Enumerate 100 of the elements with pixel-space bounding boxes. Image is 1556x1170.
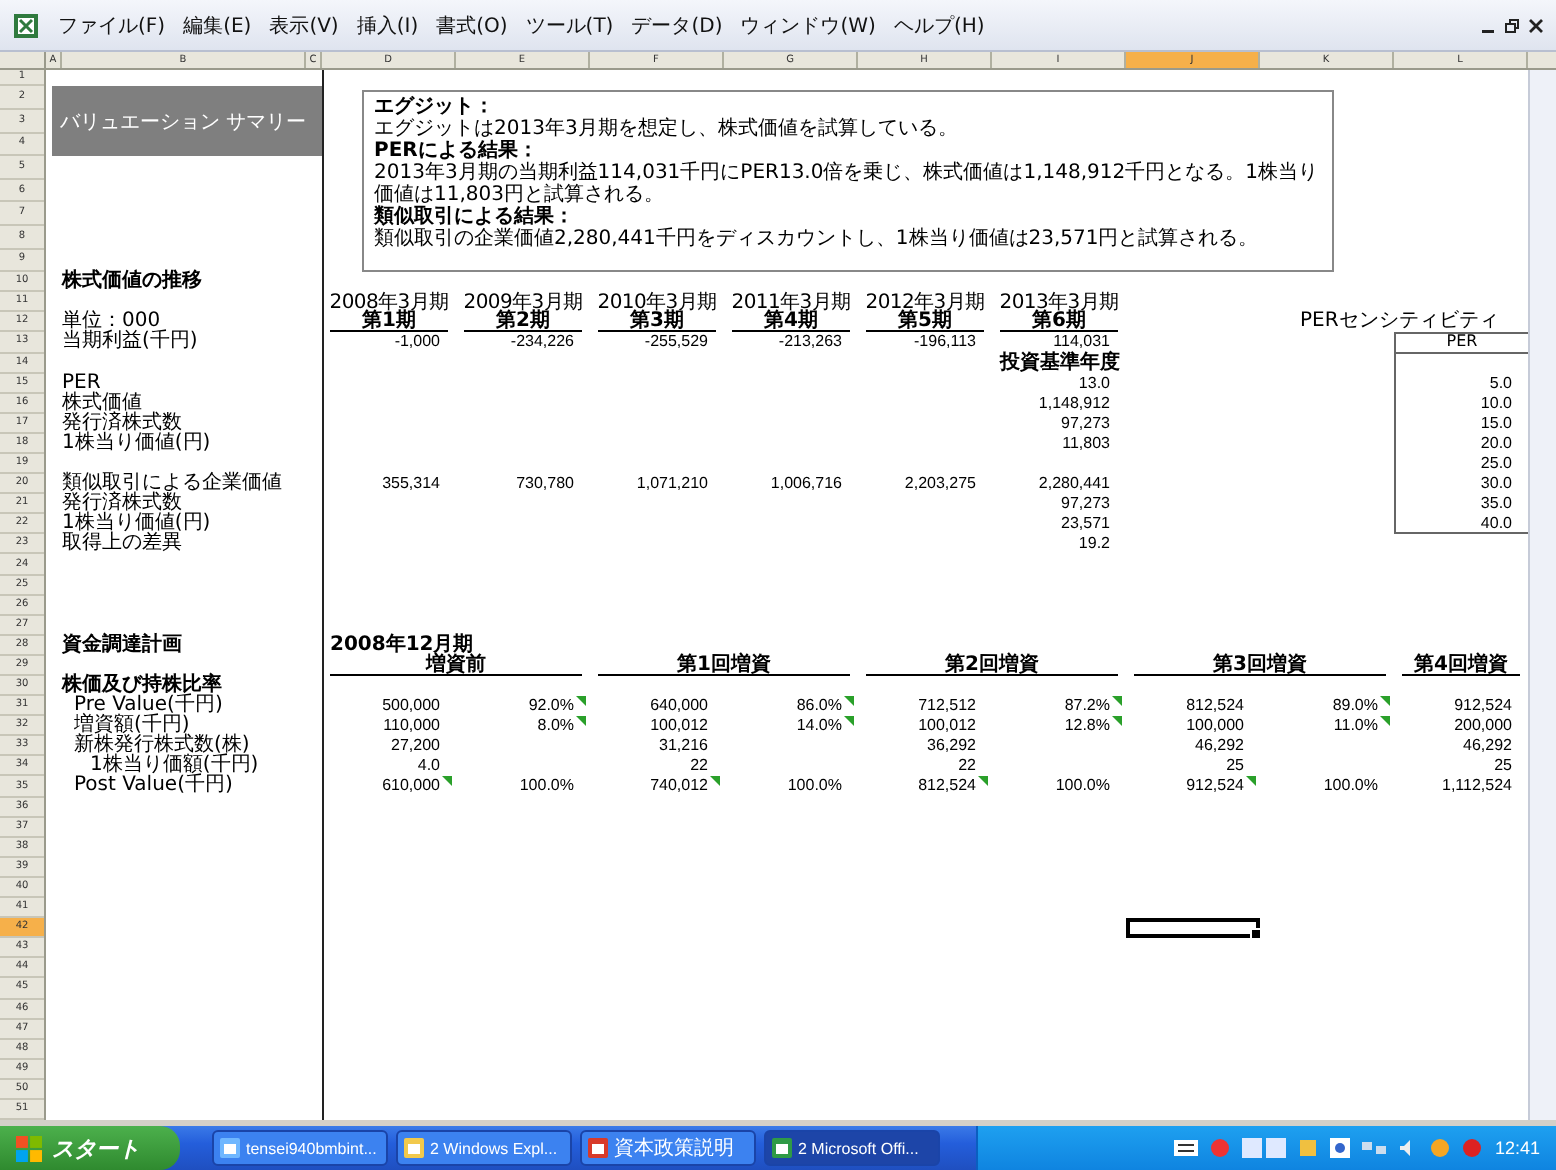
round-heading: 増資前	[330, 655, 582, 677]
windows-flag-icon	[16, 1135, 42, 1161]
help-icon[interactable]	[1330, 1138, 1351, 1158]
table-cell-text: 100.0%	[1053, 776, 1112, 798]
table-cell: 87.2%	[992, 696, 1126, 717]
table-cell-text: -1,000	[392, 332, 442, 354]
round-heading: 第4回増資	[1402, 655, 1520, 677]
table-cell-text: 30.0	[1478, 474, 1514, 495]
table-cell-text: 40.0	[1478, 514, 1514, 535]
spreadsheet-icon[interactable]	[12, 11, 40, 40]
active-cell[interactable]	[1126, 918, 1260, 939]
status-icon[interactable]	[1210, 1138, 1231, 1158]
note-heading: PERによる結果：	[374, 140, 538, 163]
table-cell-text: 36,292	[925, 736, 978, 757]
window-icon	[772, 1138, 792, 1158]
note-text: 2013年3月期の当期利益114,031千円にPER13.0倍を乗じ、株式価値は1,148,912千円となる。1株当り価値は11,803円と試算される。	[374, 162, 1320, 207]
table-cell-text: 100,012	[916, 716, 978, 737]
comment-marker-icon	[1380, 716, 1390, 727]
taskbar-button[interactable]: 2 Windows Expl...	[396, 1130, 572, 1166]
period-term: 第5期	[866, 312, 984, 333]
comment-marker-icon	[844, 716, 854, 727]
row-label: 当期利益(千円)	[62, 332, 200, 354]
table-cell-text: 100,012	[648, 716, 710, 737]
table-cell: 8.0%	[456, 716, 590, 737]
table-cell-text: 23,571	[1059, 514, 1112, 535]
menu-item[interactable]: 書式(O)	[436, 11, 508, 40]
table-cell-text: -196,113	[912, 332, 978, 354]
menu-item[interactable]: 編集(E)	[183, 11, 252, 40]
table-cell: 740,012	[590, 776, 724, 798]
window-icon	[220, 1138, 240, 1158]
table-cell-text: 10.0	[1478, 393, 1514, 414]
comment-marker-icon	[978, 776, 988, 787]
table-cell-text: 27,200	[389, 736, 442, 757]
table-cell-text: 97,273	[1059, 413, 1112, 434]
table-cell-text: 4.0	[415, 756, 442, 777]
clock: 12:41	[1494, 1138, 1540, 1158]
comment-marker-icon	[576, 696, 586, 707]
menu-item[interactable]: データ(D)	[631, 11, 723, 40]
note-heading: 類似取引による結果：	[374, 206, 576, 229]
table-cell-text: 2,280,441	[1036, 474, 1112, 495]
menu-item[interactable]: ウィンドウ(W)	[740, 11, 876, 40]
section-title: 株式価値の推移	[62, 272, 204, 293]
table-cell-text: 110,000	[381, 716, 442, 737]
alert-icon[interactable]	[1430, 1138, 1451, 1158]
comment-marker-icon	[1112, 696, 1122, 707]
sensitivity-title: PERセンシティビティ	[1298, 312, 1501, 333]
table-cell-text: 912,524	[1452, 696, 1514, 717]
comment-marker-icon	[1112, 716, 1122, 727]
close-icon[interactable]	[1528, 17, 1544, 34]
taskbar-button[interactable]: 2 Microsoft Offi...	[764, 1130, 940, 1166]
keyboard-icon[interactable]	[1174, 1138, 1199, 1158]
row-label: 取得上の差異	[62, 534, 184, 555]
period-term: 第1期	[330, 312, 448, 333]
table-cell-text: 31,216	[657, 736, 710, 757]
table-cell-text: 1,071,210	[634, 474, 710, 495]
row-label: 1株当り価値(円)	[62, 514, 213, 535]
table-cell-text: -255,529	[642, 332, 710, 354]
menu-item[interactable]: 挿入(I)	[356, 11, 419, 40]
taskbar-button[interactable]: 資本政策説明	[580, 1130, 756, 1166]
table-cell-text: 2,203,275	[902, 474, 978, 495]
row-label: Post Value(千円)	[72, 776, 235, 798]
network-icon[interactable]	[1362, 1138, 1387, 1158]
table-cell-text: 25	[1492, 756, 1514, 777]
period-term: 第6期	[1000, 312, 1118, 333]
menu-item[interactable]: 表示(V)	[269, 11, 339, 40]
table-cell-text: 355,314	[380, 474, 442, 495]
table-cell-text: 22	[956, 756, 978, 777]
table-cell: 610,000	[322, 776, 456, 798]
table-cell-text: -234,226	[508, 332, 576, 354]
table-cell-text: 15.0	[1478, 413, 1514, 434]
restore-icon[interactable]	[1504, 17, 1520, 34]
table-cell-text: 812,524	[1184, 696, 1246, 717]
table-cell-text: 46,292	[1193, 736, 1246, 757]
taskbar-button[interactable]: tensei940bmbint...	[212, 1130, 388, 1166]
menu-item[interactable]: ファイル(F)	[58, 11, 166, 40]
menu-item[interactable]: ツール(T)	[525, 11, 614, 40]
comment-marker-icon	[576, 716, 586, 727]
table-cell-text: 25.0	[1478, 453, 1514, 475]
table-cell-text: 11,803	[1060, 433, 1112, 454]
period-label: 2008年12月期	[328, 635, 474, 656]
round-heading: 第2回増資	[866, 655, 1118, 677]
table-cell: 11.0%	[1260, 716, 1394, 737]
period-term: 第3期	[598, 312, 716, 333]
menu-item[interactable]: ヘルプ(H)	[893, 11, 985, 40]
table-cell-text: 35.0	[1478, 494, 1514, 515]
table-cell-text: -213,263	[776, 332, 844, 354]
sheet-title: バリュエーション サマリー	[52, 86, 322, 157]
period-term: 第4期	[732, 312, 850, 333]
table-cell-text: 712,512	[916, 696, 978, 717]
comment-marker-icon	[710, 776, 720, 787]
comment-marker-icon	[1380, 696, 1390, 707]
security-icon[interactable]	[1462, 1138, 1483, 1158]
vertical-scrollbar[interactable]	[1528, 70, 1556, 1121]
table-cell-text: 100.0%	[1321, 776, 1380, 798]
table-cell-text: 1,006,716	[768, 474, 844, 495]
table-cell-text: 100.0%	[785, 776, 844, 798]
table-cell: 14.0%	[724, 716, 858, 737]
round-heading: 第1回増資	[598, 655, 850, 677]
row-label: 1株当り価値(円)	[62, 433, 213, 454]
table-cell-text: 97,273	[1059, 494, 1112, 515]
